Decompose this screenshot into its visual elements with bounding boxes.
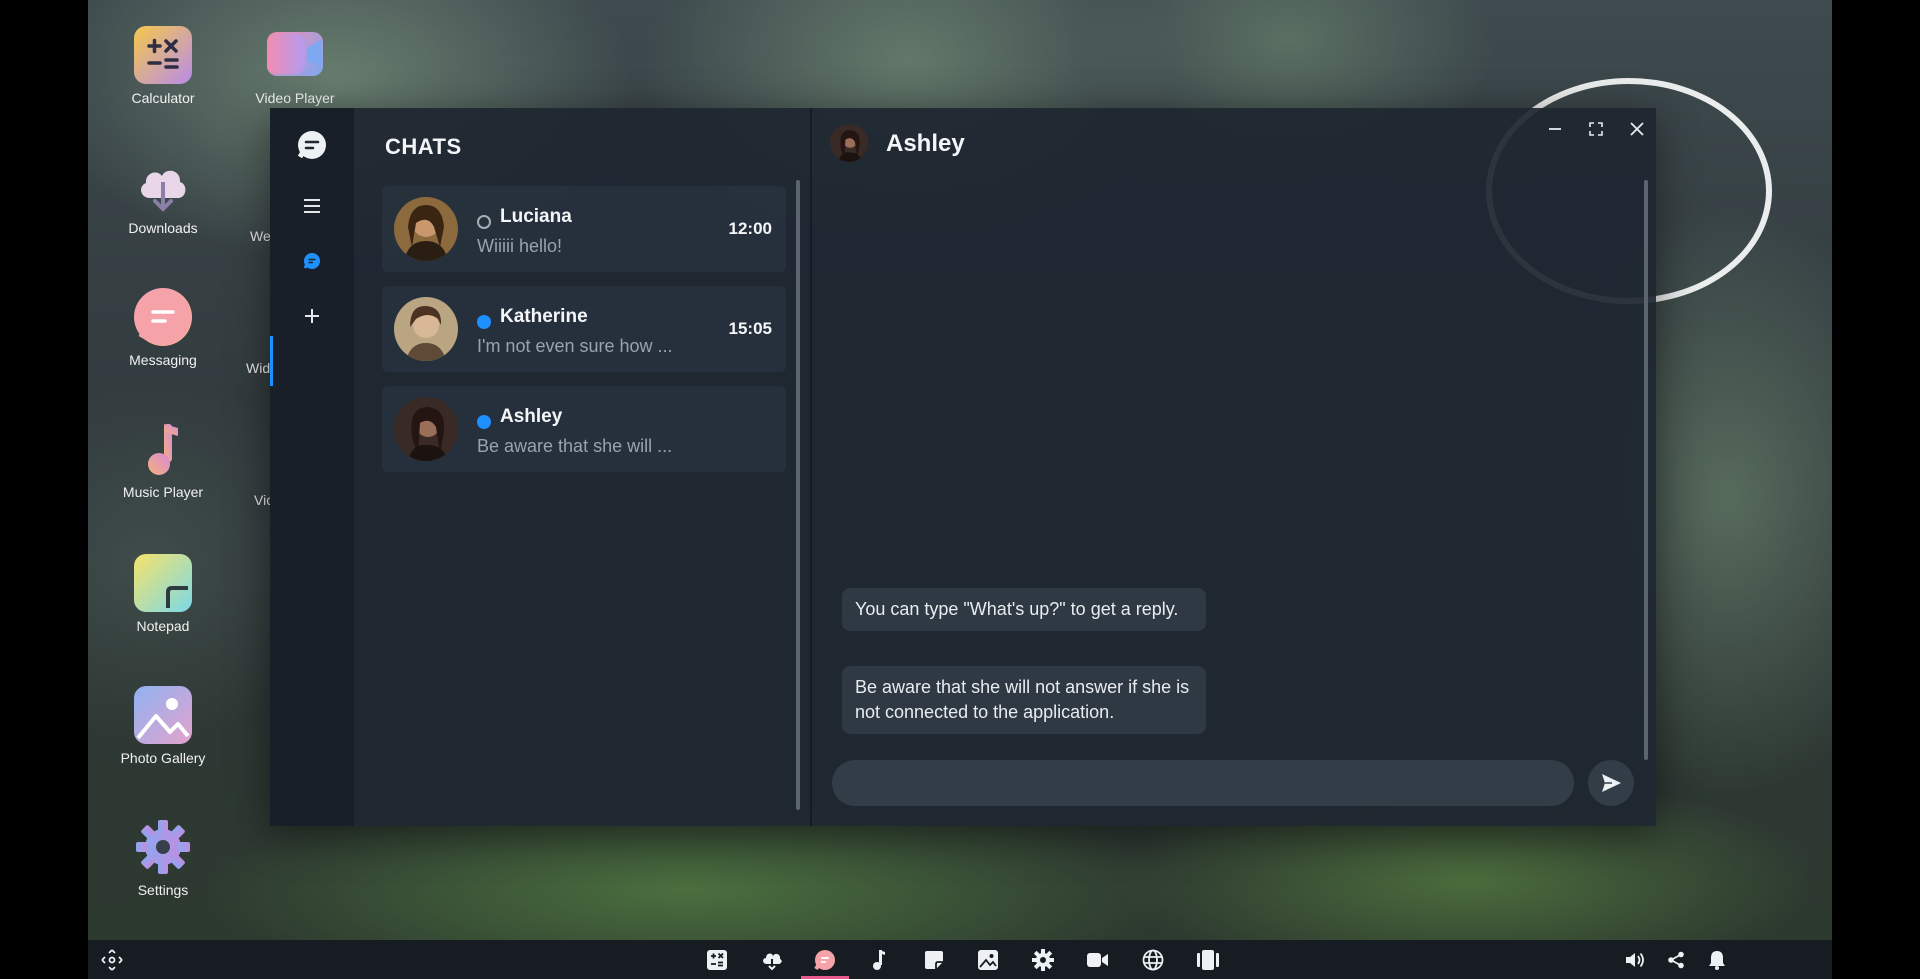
bell-icon[interactable] <box>1697 940 1737 979</box>
notepad-icon <box>134 554 192 612</box>
desktop-icon-label: Settings <box>137 882 189 898</box>
chat-icon[interactable] <box>292 241 332 281</box>
photo-gallery-icon <box>134 686 192 744</box>
music-icon <box>134 420 192 478</box>
chat-list-item-ashley[interactable]: Ashley Be aware that she will ... <box>382 386 786 472</box>
browser-icon[interactable] <box>1133 940 1173 979</box>
calculator-icon[interactable] <box>697 940 737 979</box>
avatar <box>394 197 458 261</box>
desktop-icon-calculator[interactable]: Calculator <box>88 26 238 106</box>
volume-icon[interactable] <box>1615 940 1655 979</box>
send-button[interactable] <box>1588 760 1634 806</box>
photo-gallery-icon[interactable] <box>968 940 1008 979</box>
desktop-icon-label: Calculator <box>131 90 195 106</box>
desktop-icon-messaging[interactable]: Messaging <box>88 288 238 368</box>
conversation-contact-name: Ashley <box>886 130 965 157</box>
desktop-icon-label: Photo Gallery <box>120 750 206 766</box>
video-player-icon <box>267 32 323 76</box>
desktop-icon-notepad[interactable]: Notepad <box>88 554 238 634</box>
chat-time: 15:05 <box>728 319 772 338</box>
chat-preview: Be aware that she will ... <box>477 436 673 456</box>
chat-preview: I'm not even sure how ... <box>477 336 673 356</box>
move-icon[interactable] <box>92 940 132 979</box>
conversation-scrollbar[interactable] <box>1644 180 1648 760</box>
notepad-icon[interactable] <box>914 940 954 979</box>
chat-list-item-luciana[interactable]: Luciana Wiiiii hello! 12:00 <box>382 186 786 272</box>
avatar <box>394 297 458 361</box>
chat-name: Ashley <box>500 406 563 427</box>
message-input[interactable] <box>832 760 1574 806</box>
calculator-icon <box>134 26 192 84</box>
messaging-icon <box>134 288 192 346</box>
chat-list-item-katherine[interactable]: Katherine I'm not even sure how ... 15:0… <box>382 286 786 372</box>
menu-icon[interactable] <box>292 186 332 226</box>
chat-preview: Wiiiii hello! <box>477 236 563 256</box>
status-indicator-online <box>477 315 491 329</box>
downloads-icon <box>134 156 192 214</box>
desktop-icon-music-player[interactable]: Music Player <box>88 420 238 500</box>
avatar <box>830 124 868 162</box>
send-icon <box>1602 774 1621 792</box>
desktop-icon-label: Video Player <box>255 90 335 106</box>
desktop-icon-label-partial: Wid <box>246 360 271 376</box>
chat-name: Luciana <box>500 206 572 227</box>
avatar <box>394 397 458 461</box>
chats-title: CHATS <box>385 134 462 159</box>
close-icon[interactable] <box>1624 116 1650 142</box>
desktop-icon-downloads[interactable]: Downloads <box>88 156 238 236</box>
share-icon[interactable] <box>1656 940 1696 979</box>
message-bubble: You can type "What's up?" to get a reply… <box>842 588 1206 631</box>
desktop-icon-photo-gallery[interactable]: Photo Gallery <box>88 686 238 766</box>
sidebar-rail <box>270 108 354 826</box>
messaging-window: CHATS Luciana Wiiiii hello! 12:00 Kather… <box>270 108 1656 826</box>
chat-list-scrollbar[interactable] <box>796 180 800 810</box>
video-icon[interactable] <box>1078 940 1118 979</box>
desktop-icon-label: Downloads <box>128 220 198 236</box>
taskbar <box>88 940 1832 979</box>
status-indicator-online <box>477 415 491 429</box>
downloads-icon[interactable] <box>752 940 792 979</box>
panel-divider <box>810 108 812 826</box>
music-icon[interactable] <box>859 940 899 979</box>
status-indicator-offline <box>477 215 491 229</box>
chat-logo-icon <box>292 125 332 165</box>
minimize-icon[interactable] <box>1542 116 1568 142</box>
widgets-icon[interactable] <box>1188 940 1228 979</box>
gear-icon <box>134 818 192 876</box>
desktop-icon-label: Music Player <box>122 484 204 500</box>
settings-icon[interactable] <box>1023 940 1063 979</box>
maximize-icon[interactable] <box>1583 116 1609 142</box>
message-bubble: Be aware that she will not answer if she… <box>842 666 1206 734</box>
desktop-icon-label-partial: We <box>250 228 271 244</box>
messaging-icon[interactable] <box>805 940 845 979</box>
desktop-icon-label: Notepad <box>136 618 190 634</box>
desktop-icon-label: Messaging <box>129 352 197 368</box>
chat-time: 12:00 <box>728 219 772 238</box>
chat-name: Katherine <box>500 306 588 327</box>
plus-icon[interactable] <box>292 296 332 336</box>
desktop-icon-settings[interactable]: Settings <box>88 818 238 898</box>
sidebar-active-indicator <box>270 336 273 386</box>
desktop-icon-video-player[interactable]: Video Player <box>220 32 370 106</box>
